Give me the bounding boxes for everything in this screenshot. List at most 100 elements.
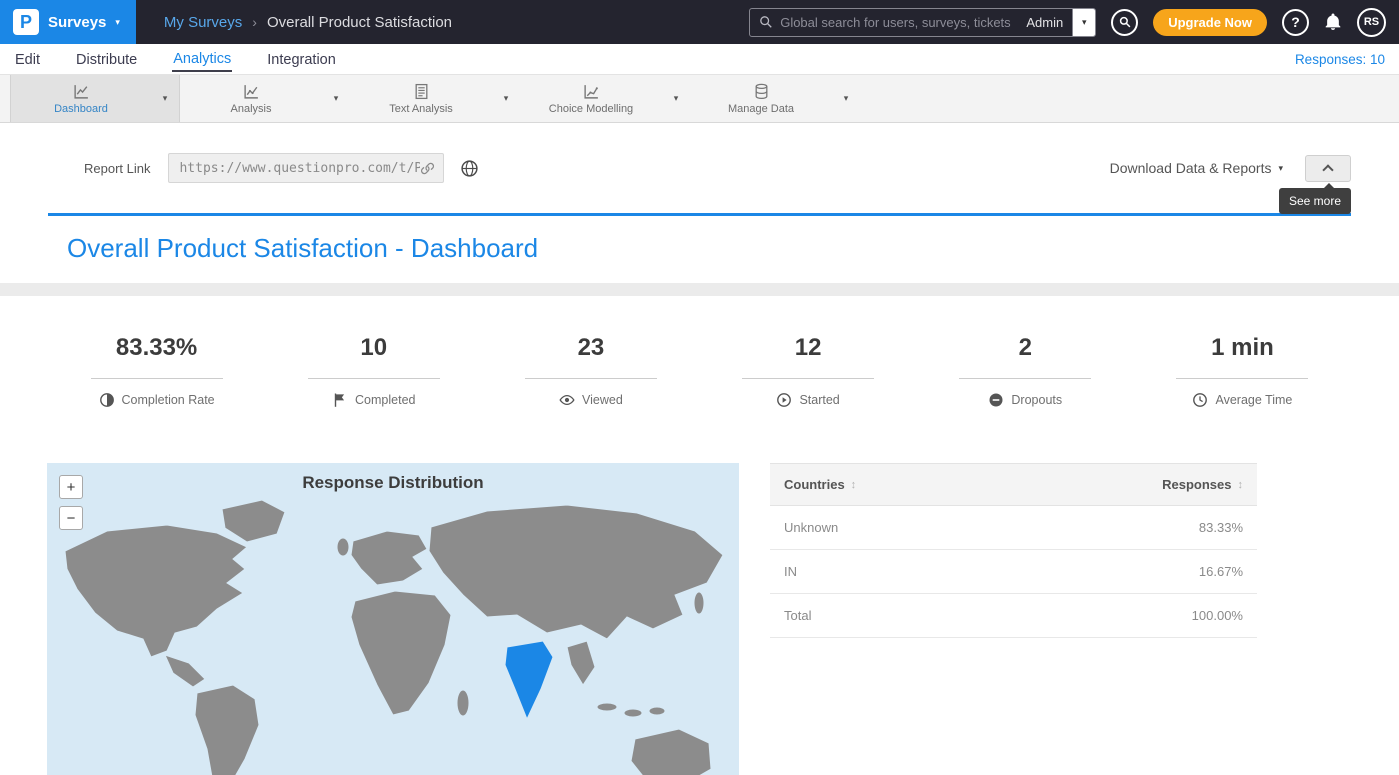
map-south-america bbox=[195, 685, 259, 775]
stat-started: 12 Started bbox=[700, 334, 917, 413]
column-label: Countries bbox=[784, 477, 845, 492]
sort-icon[interactable]: ↕ bbox=[1238, 479, 1244, 491]
map-australia bbox=[631, 729, 711, 775]
search-icon bbox=[759, 15, 773, 29]
column-countries[interactable]: Countries ↕ bbox=[784, 477, 856, 492]
responses-cell: 16.67% bbox=[1199, 564, 1243, 579]
tab-choice-modelling-dropdown[interactable]: ▾ bbox=[662, 75, 690, 122]
map-africa bbox=[351, 591, 451, 715]
chevron-down-icon: ▾ bbox=[115, 18, 120, 27]
download-data-reports-menu[interactable]: Download Data & Reports ▾ bbox=[1110, 160, 1283, 176]
tab-text-analysis-dropdown[interactable]: ▾ bbox=[492, 75, 520, 122]
map-japan bbox=[694, 592, 704, 614]
map-indonesia bbox=[624, 709, 642, 717]
table-row: Unknown 83.33% bbox=[770, 506, 1257, 550]
stat-value: 2 bbox=[917, 334, 1134, 362]
flag-icon bbox=[332, 392, 348, 408]
nav-item-distribute[interactable]: Distribute bbox=[75, 47, 138, 71]
modelling-chart-icon bbox=[583, 83, 600, 100]
stat-label: Viewed bbox=[582, 393, 623, 407]
breadcrumb-separator-icon: › bbox=[252, 14, 257, 30]
stat-label: Dropouts bbox=[1011, 393, 1062, 407]
map-indonesia bbox=[597, 703, 617, 711]
product-switcher[interactable]: P Surveys ▾ bbox=[0, 0, 136, 44]
global-search[interactable]: Admin ▾ bbox=[749, 8, 1096, 37]
map-central-america bbox=[165, 655, 205, 687]
stat-divider bbox=[959, 378, 1091, 379]
response-distribution-map[interactable]: Response Distribution + − bbox=[47, 463, 739, 775]
search-input[interactable] bbox=[780, 15, 1017, 30]
tab-label: Choice Modelling bbox=[549, 103, 633, 115]
clock-icon bbox=[1192, 392, 1208, 408]
analytics-toolbar: Dashboard ▾ Analysis ▾ Text Analysis ▾ C… bbox=[0, 74, 1399, 123]
tab-analysis-button[interactable]: Analysis bbox=[180, 75, 322, 122]
column-label: Responses bbox=[1162, 477, 1231, 492]
see-more-tooltip: See more bbox=[1279, 188, 1351, 214]
user-avatar[interactable]: RS bbox=[1357, 8, 1386, 37]
stat-label-row: Started bbox=[776, 392, 839, 408]
nav-item-edit[interactable]: Edit bbox=[14, 47, 41, 71]
questionpro-logo-icon: P bbox=[13, 9, 39, 35]
report-link-field[interactable] bbox=[168, 153, 444, 183]
column-responses[interactable]: Responses ↕ bbox=[1162, 477, 1243, 492]
breadcrumb-current: Overall Product Satisfaction bbox=[267, 14, 452, 31]
text-grid-icon bbox=[413, 83, 430, 100]
breadcrumb-my-surveys[interactable]: My Surveys bbox=[164, 14, 242, 31]
play-circle-icon bbox=[776, 392, 792, 408]
chevron-down-icon: ▾ bbox=[1278, 164, 1283, 173]
line-chart-icon bbox=[73, 83, 90, 100]
nav-item-integration[interactable]: Integration bbox=[266, 47, 337, 71]
eye-icon bbox=[559, 392, 575, 408]
stat-completed: 10 Completed bbox=[265, 334, 482, 413]
gauge-icon bbox=[99, 392, 115, 408]
link-icon[interactable] bbox=[420, 161, 435, 176]
country-cell: Unknown bbox=[784, 520, 838, 535]
search-icon bbox=[1119, 16, 1131, 28]
world-map[interactable] bbox=[47, 497, 739, 775]
map-north-america bbox=[65, 525, 247, 657]
stat-value: 83.33% bbox=[48, 334, 265, 362]
zoom-out-button[interactable]: − bbox=[59, 506, 83, 530]
tab-text-analysis-button[interactable]: Text Analysis bbox=[350, 75, 492, 122]
page-title: Overall Product Satisfaction - Dashboard bbox=[67, 233, 1351, 264]
minus-circle-icon bbox=[988, 392, 1004, 408]
zoom-in-button[interactable]: + bbox=[59, 475, 83, 499]
stat-divider bbox=[742, 378, 874, 379]
tab-analysis-dropdown[interactable]: ▾ bbox=[322, 75, 350, 122]
map-greenland bbox=[222, 500, 285, 542]
responses-count[interactable]: Responses: 10 bbox=[1295, 52, 1385, 67]
stat-completion-rate: 83.33% Completion Rate bbox=[48, 334, 265, 413]
countries-table-header: Countries ↕ Responses ↕ bbox=[770, 463, 1257, 506]
sort-icon[interactable]: ↕ bbox=[851, 479, 857, 491]
nav-item-analytics[interactable]: Analytics bbox=[172, 46, 232, 72]
analysis-chart-icon bbox=[243, 83, 260, 100]
responses-cell: 100.00% bbox=[1192, 608, 1243, 623]
help-button[interactable]: ? bbox=[1282, 9, 1309, 36]
report-url-input[interactable] bbox=[179, 161, 420, 176]
stat-average-time: 1 min Average Time bbox=[1134, 334, 1351, 413]
upgrade-now-button[interactable]: Upgrade Now bbox=[1153, 9, 1267, 36]
stat-divider bbox=[91, 378, 223, 379]
stat-divider bbox=[525, 378, 657, 379]
search-scope-dropdown[interactable]: ▾ bbox=[1073, 9, 1095, 36]
tab-dashboard-dropdown[interactable]: ▾ bbox=[151, 75, 179, 122]
stat-value: 12 bbox=[700, 334, 917, 362]
map-india-highlight bbox=[505, 641, 553, 719]
breadcrumb: My Surveys › Overall Product Satisfactio… bbox=[164, 14, 452, 31]
tab-dashboard-button[interactable]: Dashboard bbox=[11, 75, 151, 122]
tab-manage-data-button[interactable]: Manage Data bbox=[690, 75, 832, 122]
map-asia bbox=[429, 505, 723, 639]
stat-dropouts: 2 Dropouts bbox=[917, 334, 1134, 413]
notifications-bell-icon[interactable] bbox=[1324, 13, 1342, 31]
responses-cell: 83.33% bbox=[1199, 520, 1243, 535]
globe-icon[interactable] bbox=[460, 159, 479, 178]
tab-manage-data-dropdown[interactable]: ▾ bbox=[832, 75, 860, 122]
title-section: Overall Product Satisfaction - Dashboard bbox=[0, 216, 1399, 283]
database-icon bbox=[753, 83, 770, 100]
stat-value: 10 bbox=[265, 334, 482, 362]
search-button[interactable] bbox=[1111, 9, 1138, 36]
stats-row: 83.33% Completion Rate 10 Completed 23 V… bbox=[0, 296, 1399, 461]
stat-label: Started bbox=[799, 393, 839, 407]
tab-choice-modelling-button[interactable]: Choice Modelling bbox=[520, 75, 662, 122]
stat-value: 23 bbox=[482, 334, 699, 362]
